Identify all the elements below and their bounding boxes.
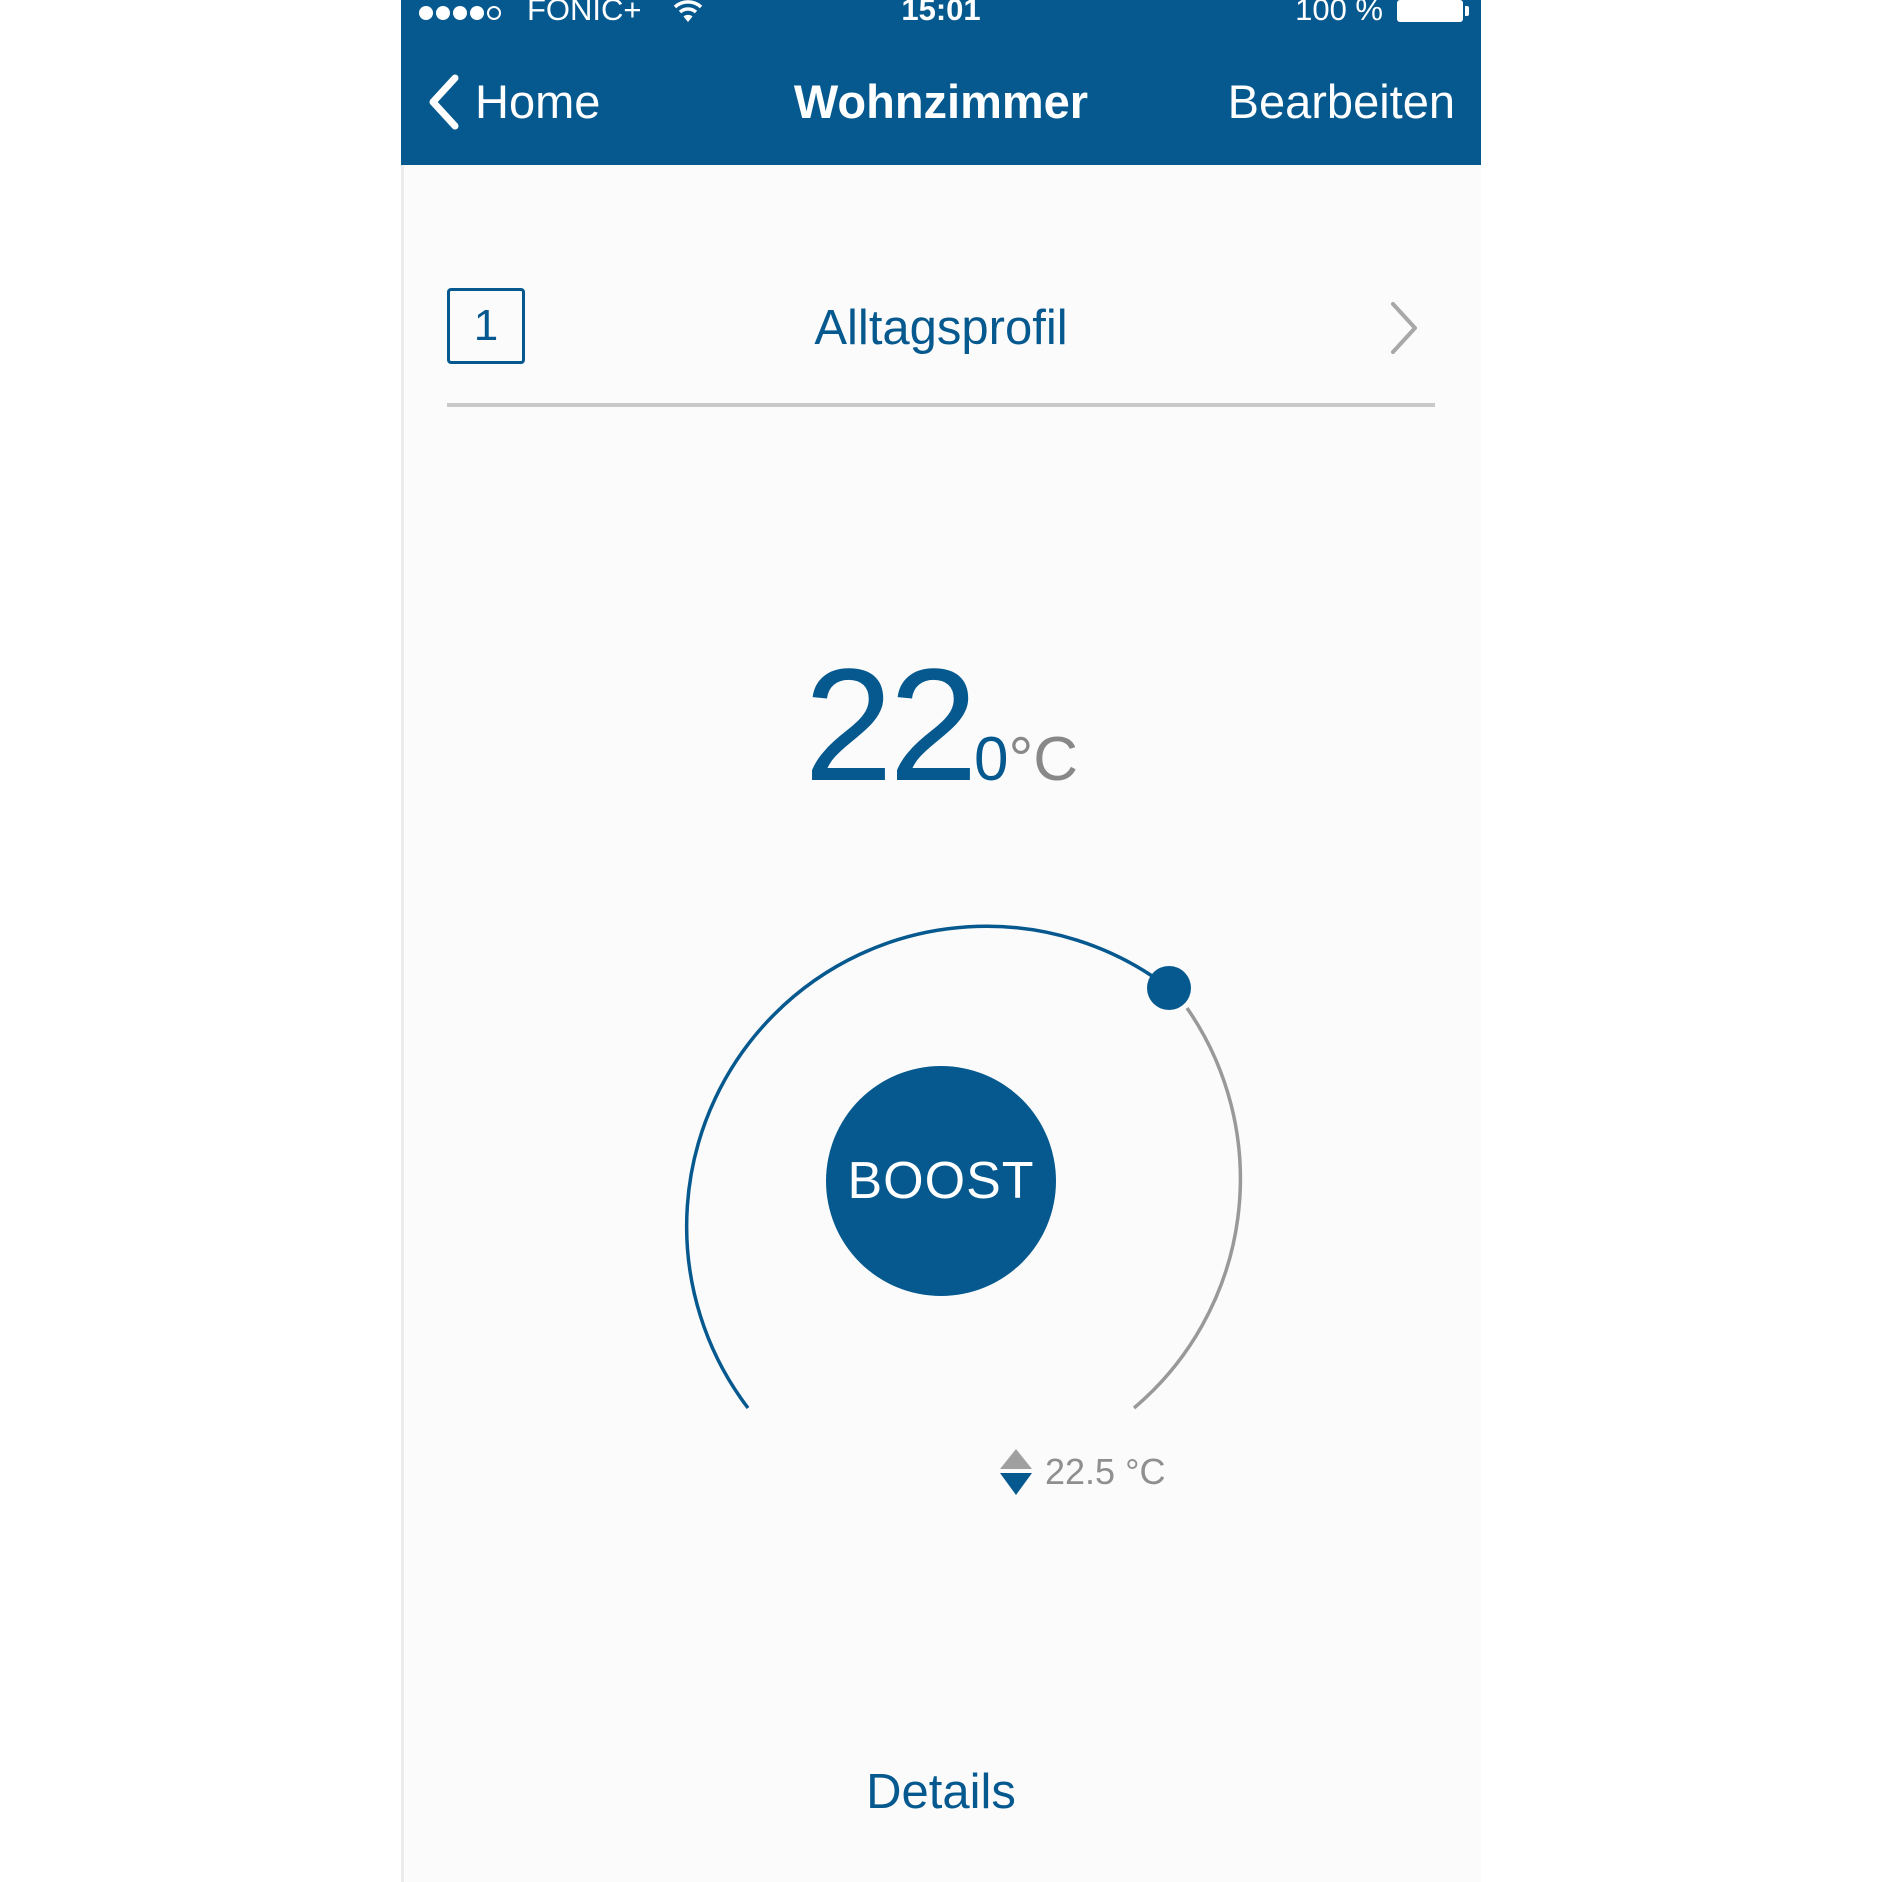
screenshot-stage: FONIC+ 15:01 100 % Home Wohnzimmer Bearb… <box>0 0 1882 1882</box>
boost-button[interactable]: BOOST <box>826 1066 1056 1296</box>
up-down-arrows-icon <box>1000 1449 1032 1495</box>
temperature-dial[interactable] <box>401 0 1481 1882</box>
dial-handle[interactable] <box>1147 966 1191 1010</box>
measured-temperature-value: 22.5 °C <box>1045 1451 1166 1492</box>
dial-inactive-arc <box>1132 1007 1243 1410</box>
measured-temperature: 22.5 °C <box>999 1447 1165 1497</box>
app-screen: FONIC+ 15:01 100 % Home Wohnzimmer Bearb… <box>401 0 1481 1882</box>
details-link[interactable]: Details <box>401 1762 1481 1822</box>
screen-edge <box>401 165 404 1882</box>
